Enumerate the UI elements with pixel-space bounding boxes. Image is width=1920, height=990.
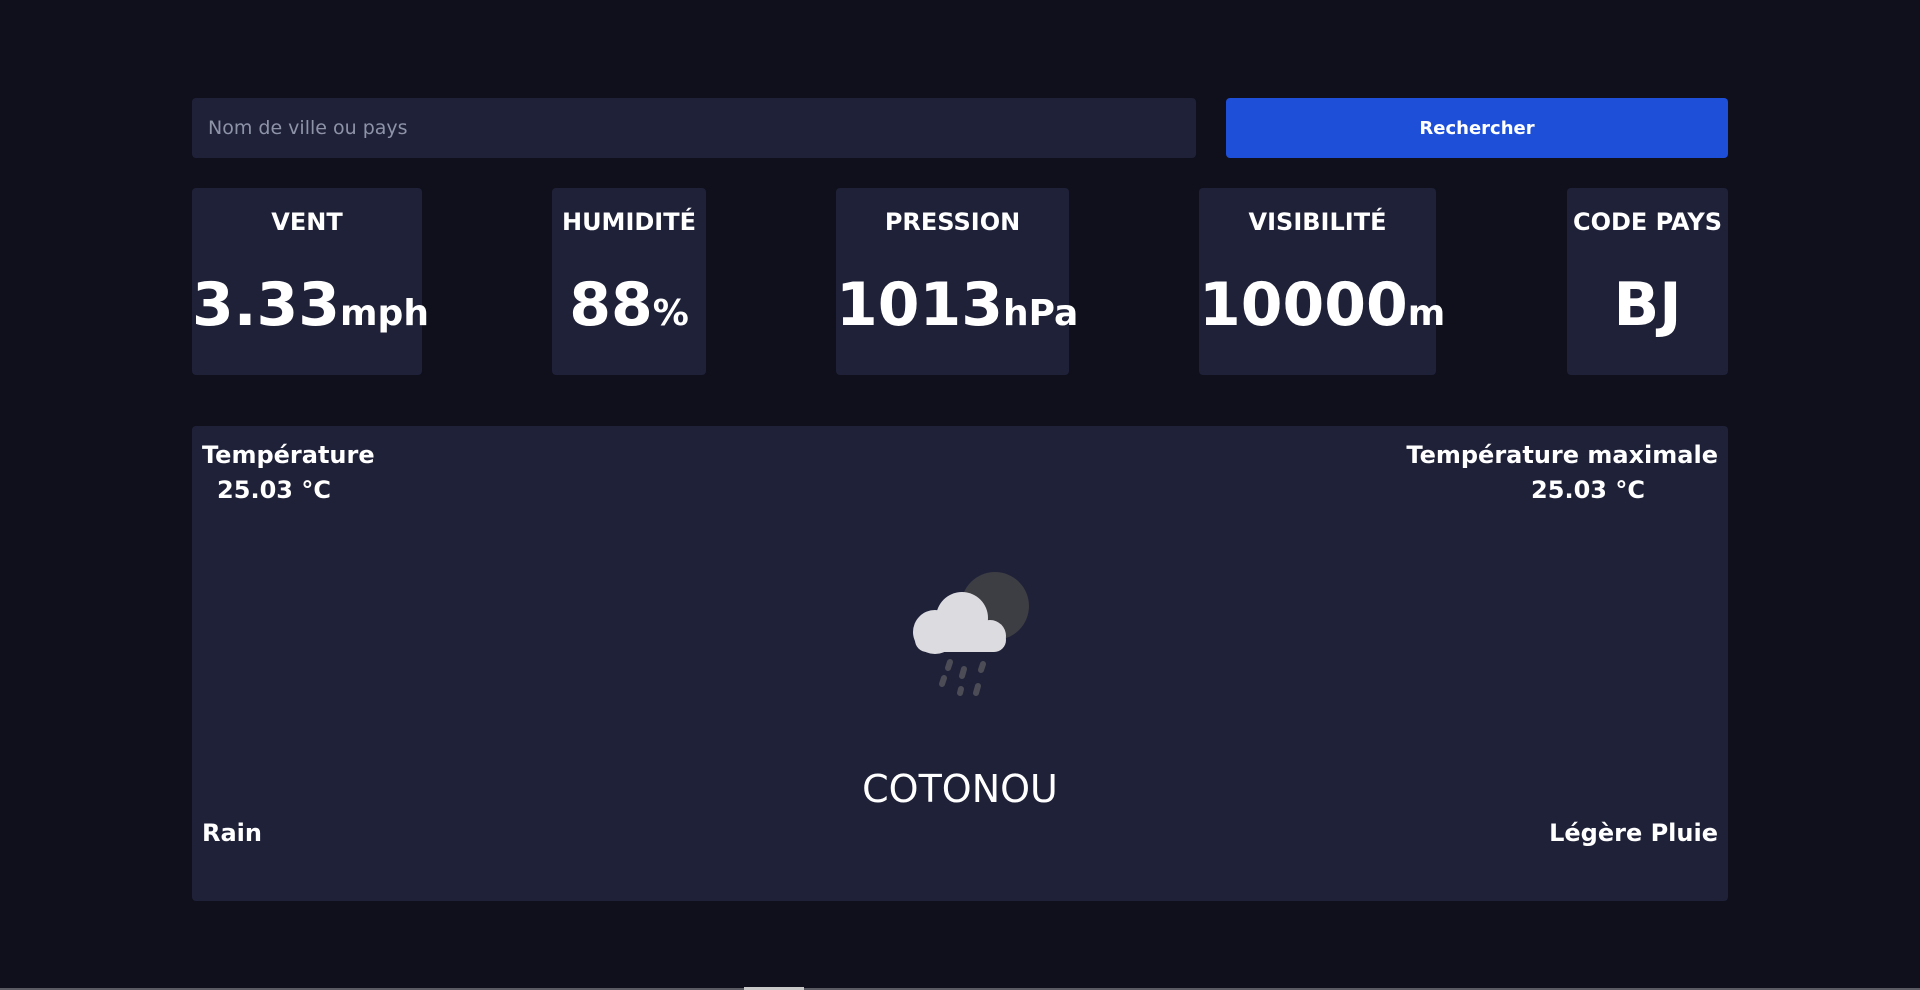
weather-main-card: Température 25.03 °C Température maximal…	[192, 426, 1728, 901]
weather-description: Légère Pluie	[1549, 819, 1718, 847]
search-button[interactable]: Rechercher	[1226, 98, 1728, 158]
stat-number: 1013	[836, 270, 1003, 340]
stat-label: VISIBILITÉ	[1248, 208, 1387, 236]
stat-unit: m	[1407, 293, 1446, 334]
stat-value: 88%	[552, 270, 706, 340]
search-bar: Rechercher	[192, 98, 1728, 158]
stat-label: HUMIDITÉ	[561, 208, 696, 236]
stat-unit: %	[652, 293, 689, 334]
stat-number: 88	[569, 270, 653, 340]
temperature-label: Température	[202, 441, 375, 469]
stat-card-humidity: HUMIDITÉ 88%	[552, 188, 706, 375]
stat-value: BJ	[1567, 270, 1728, 340]
weather-app: Rechercher VENT 3.33mph HUMIDITÉ 88% PRE…	[0, 0, 1920, 990]
stat-label: CODE PAYS	[1572, 208, 1722, 236]
stat-value: 3.33mph	[192, 270, 429, 340]
max-temperature-label: Température maximale	[1406, 441, 1718, 469]
stat-number: BJ	[1613, 270, 1682, 340]
stat-value: 1013hPa	[836, 270, 1078, 340]
cloud-moon-rain-icon	[913, 572, 1029, 696]
temperature-value: 25.03 °C	[217, 476, 331, 504]
search-input[interactable]	[192, 98, 1196, 158]
max-temperature-value: 25.03 °C	[1531, 476, 1645, 504]
stat-value: 10000m	[1199, 270, 1445, 340]
stat-label: VENT	[271, 208, 343, 236]
stat-number: 3.33	[192, 270, 341, 340]
stat-card-country-code: CODE PAYS BJ	[1567, 188, 1728, 375]
stat-number: 10000	[1199, 270, 1408, 340]
stat-card-visibility: VISIBILITÉ 10000m	[1199, 188, 1445, 375]
stat-unit: hPa	[1003, 293, 1079, 334]
city-name: COTONOU	[862, 767, 1058, 811]
weather-condition: Rain	[202, 819, 262, 847]
stat-card-pressure: PRESSION 1013hPa	[836, 188, 1078, 375]
stat-card-wind: VENT 3.33mph	[192, 188, 429, 375]
stat-unit: mph	[340, 293, 429, 334]
stat-label: PRESSION	[884, 208, 1021, 236]
